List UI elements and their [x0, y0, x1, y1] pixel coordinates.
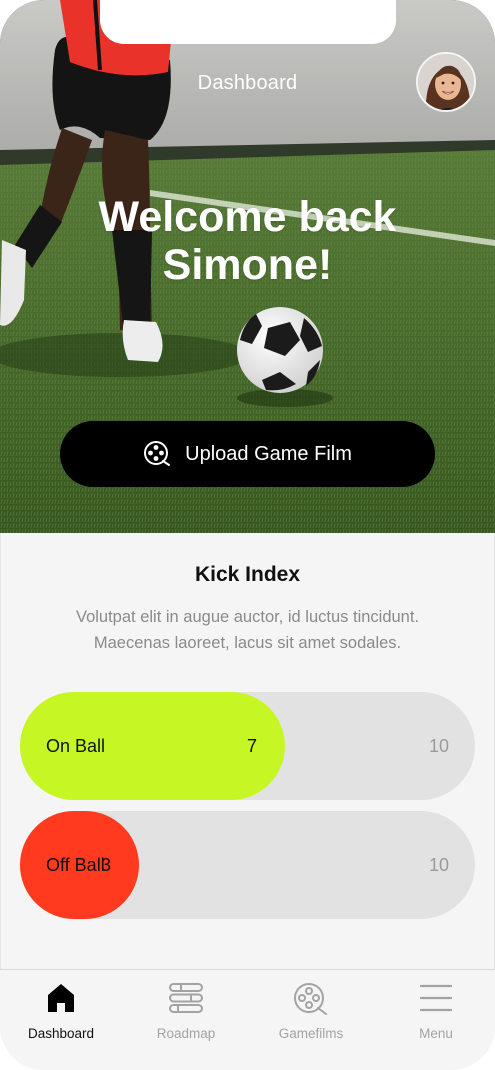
- off-ball-label: Off Ball: [46, 855, 105, 875]
- kick-index-title: Kick Index: [194, 563, 301, 586]
- nav-label-gamefilms: Gamefilms: [278, 1026, 344, 1041]
- bottom-navigation: Dashboard Roadmap Gamefilms Menu: [0, 969, 495, 1070]
- app-screen: Dashboard Welcome back Simone! Upload Ga…: [0, 0, 495, 1070]
- upload-button-label: Upload Game Film: [185, 442, 352, 465]
- off-ball-value: 3: [101, 855, 112, 875]
- hamburger-menu-icon: [420, 984, 452, 1012]
- user-avatar[interactable]: [416, 52, 476, 112]
- off-ball-score-bar: Off Ball 3 10: [20, 811, 475, 919]
- description-line-1: Volutpat elit in augue auctor, id luctus…: [75, 608, 420, 626]
- on-ball-value: 7: [247, 736, 258, 756]
- nav-item-gamefilms[interactable]: Gamefilms: [256, 970, 366, 1070]
- description-line-2: Maecenas laoreet, lacus sit amet sodales…: [93, 634, 402, 652]
- on-ball-max: 10: [428, 736, 449, 756]
- roadmap-icon: [169, 983, 203, 1013]
- nav-label-menu: Menu: [419, 1026, 453, 1041]
- welcome-line-1: Welcome back: [98, 193, 397, 241]
- film-reel-icon: [294, 983, 327, 1015]
- off-ball-max: 10: [428, 855, 449, 875]
- home-icon: [48, 984, 74, 1012]
- nav-item-dashboard[interactable]: Dashboard: [6, 970, 116, 1070]
- on-ball-label: On Ball: [46, 736, 106, 756]
- nav-label-roadmap: Roadmap: [156, 1026, 216, 1041]
- nav-item-roadmap[interactable]: Roadmap: [131, 970, 241, 1070]
- welcome-line-2: Simone!: [162, 241, 333, 289]
- hero-banner: Dashboard Welcome back Simone! Upload Ga…: [0, 0, 495, 533]
- device-notch: [100, 0, 396, 44]
- kick-index-description: Volutpat elit in augue auctor, id luctus…: [40, 604, 455, 656]
- on-ball-score-bar: On Ball 7 10: [20, 692, 475, 800]
- welcome-heading: Welcome back Simone!: [0, 193, 495, 289]
- upload-game-film-button[interactable]: Upload Game Film: [60, 421, 435, 487]
- film-reel-icon: [143, 440, 171, 468]
- nav-label-dashboard: Dashboard: [27, 1026, 95, 1041]
- nav-item-menu[interactable]: Menu: [381, 970, 491, 1070]
